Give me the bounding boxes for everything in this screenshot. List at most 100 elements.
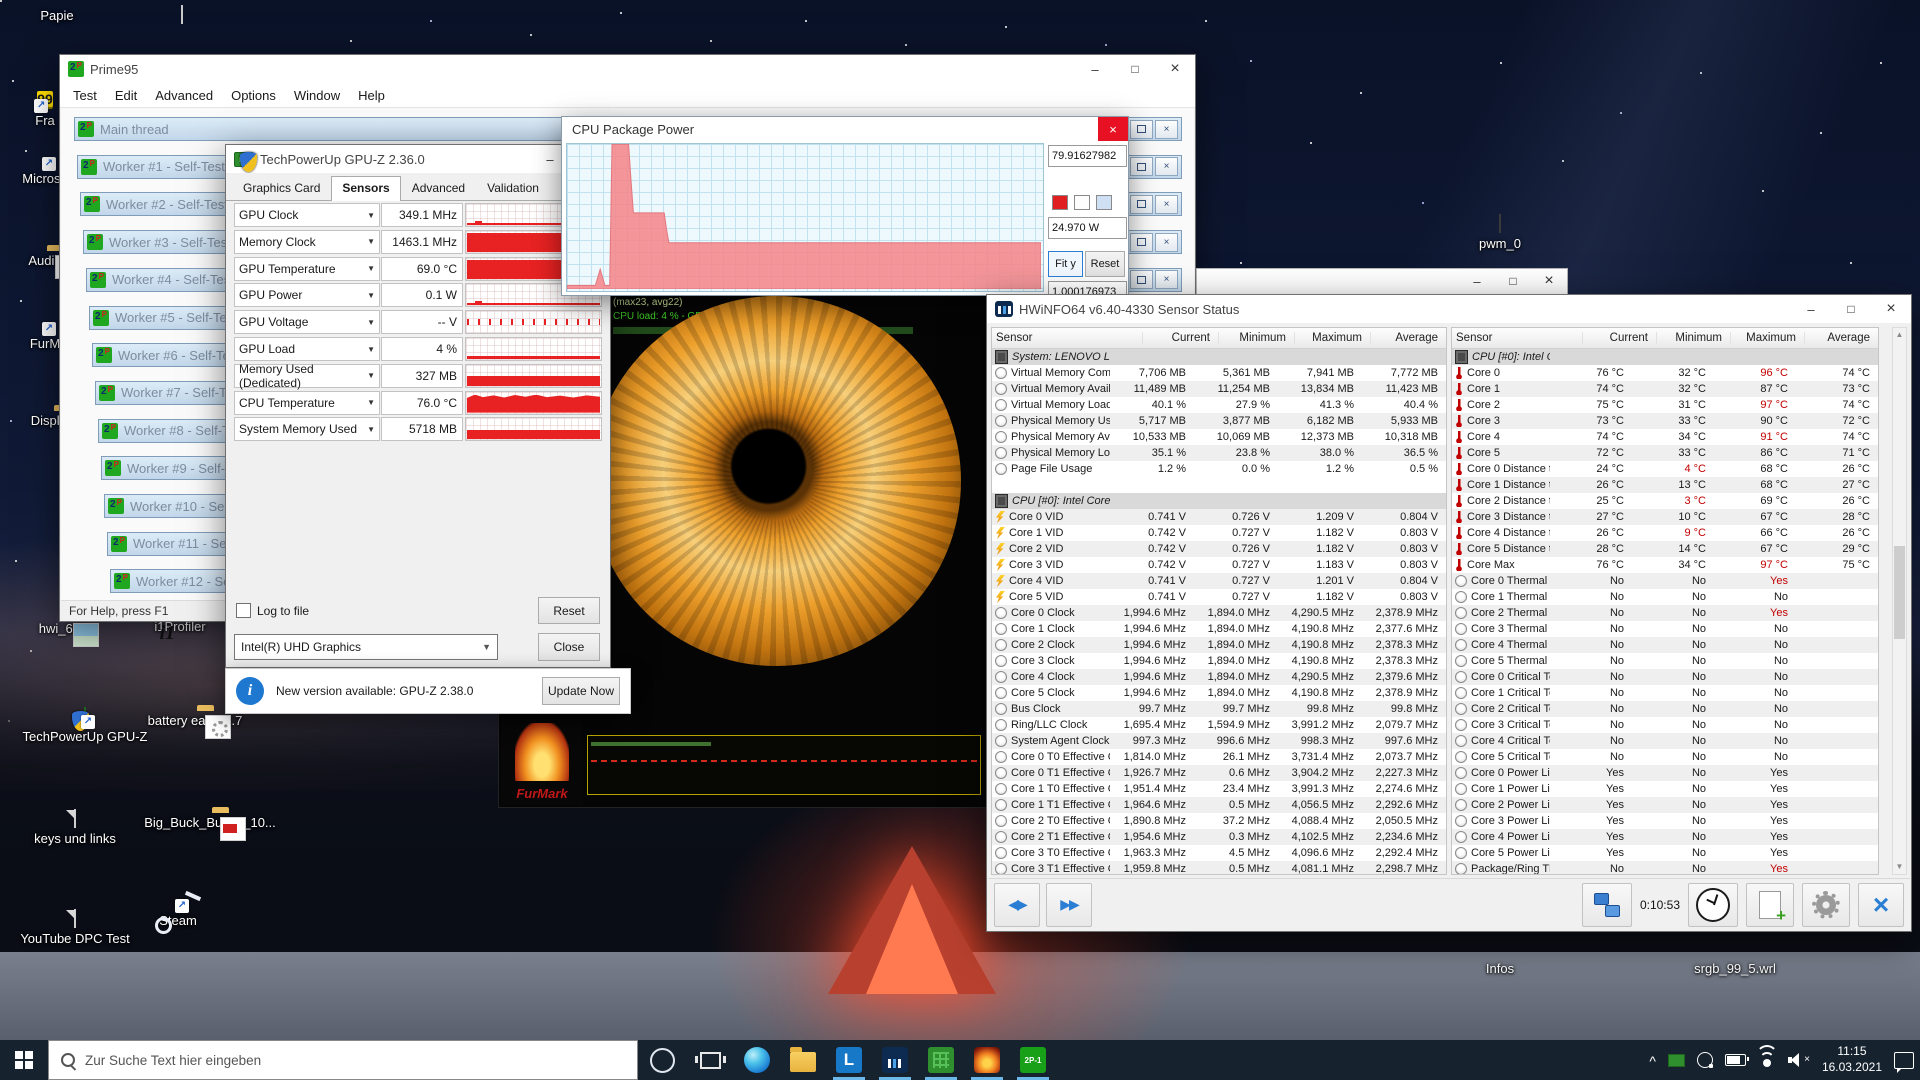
sensor-row[interactable]: Core 2 Power Limit ...YesNoYes [1452,797,1878,813]
task-view-button[interactable] [686,1040,734,1080]
mdi-restore-button[interactable] [1130,157,1153,176]
nav-back-forward-button[interactable]: ◀▶ [994,883,1040,927]
sensor-row[interactable]: Core 2 Thermal Thr...NoNoYes [1452,605,1878,621]
sensor-row[interactable]: Core 5 Thermal Thr...NoNoNo [1452,653,1878,669]
color-red-button[interactable] [1052,195,1068,210]
sensor-row[interactable]: Package/Ring Ther...NoNoYes [1452,861,1878,875]
sensor-row[interactable]: Core 4 Clock1,994.6 MHz1,894.0 MHz4,290.… [992,669,1446,685]
menu-edit[interactable]: Edit [106,88,146,103]
chevron-down-icon[interactable]: ▼ [367,264,375,273]
sensor-label[interactable]: System Memory Used▼ [234,417,380,441]
col-minimum[interactable]: Minimum [1218,332,1294,344]
sensor-row[interactable]: Core 3 VID0.742 V0.727 V1.183 V0.803 V [992,557,1446,573]
chevron-down-icon[interactable]: ▼ [367,211,375,220]
nav-forward-button[interactable]: ▶▶ [1046,883,1092,927]
sensor-row[interactable]: Core 0 Distance to T...24 °C4 °C68 °C26 … [1452,461,1878,477]
action-center-icon[interactable] [1894,1052,1914,1069]
col-current[interactable]: Current [1142,332,1218,344]
taskbar-app-prime95[interactable]: 2P-1 [1010,1040,1056,1080]
sensor-row[interactable]: Core 373 °C33 °C90 °C72 °C [1452,413,1878,429]
tab-sensors[interactable]: Sensors [331,176,400,201]
desktop-icon-srgb[interactable]: srgb_99_5.wrl [1665,958,1805,977]
settings-button[interactable] [1802,883,1850,927]
sensor-row[interactable]: Ring/LLC Clock1,695.4 MHz1,594.9 MHz3,99… [992,717,1446,733]
minimize-button[interactable] [1075,55,1115,83]
maximize-button[interactable] [1115,55,1155,83]
sensor-row[interactable]: Physical Memory Load35.1 %23.8 %38.0 %36… [992,445,1446,461]
sensor-row[interactable]: Bus Clock99.7 MHz99.7 MHz99.8 MHz99.8 MH… [992,701,1446,717]
device-select[interactable]: Intel(R) UHD Graphics ▼ [234,634,498,660]
start-button[interactable] [0,1040,48,1080]
desktop-icon-recycle-bin[interactable]: Papie [12,5,102,24]
sensor-row[interactable]: Core 275 °C31 °C97 °C74 °C [1452,397,1878,413]
taskbar-app-edge[interactable] [734,1040,780,1080]
sensor-row[interactable]: Core 174 °C32 °C87 °C73 °C [1452,381,1878,397]
sensor-row[interactable]: Core 0 Clock1,994.6 MHz1,894.0 MHz4,290.… [992,605,1446,621]
fit-y-button[interactable]: Fit y [1048,251,1083,277]
graph-color-buttons[interactable] [1052,195,1112,210]
sensor-row[interactable]: Virtual Memory Avail...11,489 MB11,254 M… [992,381,1446,397]
close-button[interactable] [1155,55,1195,83]
minimize-button[interactable] [1459,269,1495,293]
desktop-icon-bbb-folder[interactable]: Big_Buck_Bunny_10... [130,812,290,831]
sensor-row[interactable]: Core 4 Power Limit ...YesNoYes [1452,829,1878,845]
sensor-row[interactable]: Core 5 Clock1,994.6 MHz1,894.0 MHz4,190.… [992,685,1446,701]
sensor-row[interactable]: Core 474 °C34 °C91 °C74 °C [1452,429,1878,445]
sensor-row[interactable]: Core 0 T0 Effective Cl...1,814.0 MHz26.1… [992,749,1446,765]
tab-graphics-card[interactable]: Graphics Card [232,176,331,200]
gpuz-titlebar[interactable]: TechPowerUp GPU-Z 2.36.0 [226,145,610,173]
sensor-group-header[interactable]: CPU [#0]: Intel Cor... [1452,349,1878,365]
sensor-row[interactable]: Core 1 Thermal Thr...NoNoNo [1452,589,1878,605]
sensor-row[interactable]: Core 0 Critical Temp...NoNoNo [1452,669,1878,685]
desktop-icon-infos[interactable]: Infos [1455,958,1545,977]
prime95-titlebar[interactable]: Prime95 [60,55,1195,83]
mdi-close-button[interactable]: × [1155,195,1178,214]
sensor-row[interactable]: Core 2 Critical Temp...NoNoNo [1452,701,1878,717]
taskbar-app-furmark[interactable] [964,1040,1010,1080]
sensor-row[interactable]: Core 3 Critical Temp...NoNoNo [1452,717,1878,733]
reset-button[interactable]: Reset [1085,251,1125,277]
chevron-down-icon[interactable]: ▼ [367,318,375,327]
current-value-field[interactable]: 24.970 W [1048,217,1127,239]
desktop-icon-keys-doc[interactable]: keys und links [15,810,135,847]
scrollbar[interactable]: ▲ ▼ [1892,327,1907,875]
sensor-row[interactable]: Core 5 VID0.741 V0.727 V1.182 V0.803 V [992,589,1446,605]
sensor-row[interactable]: Core 2 Distance to T...25 °C3 °C69 °C26 … [1452,493,1878,509]
col-average[interactable]: Average [1804,332,1878,344]
column-header-row[interactable]: Sensor Current Minimum Maximum Average [992,328,1446,349]
max-value-field[interactable]: 79.91627982 [1048,145,1127,167]
maximize-button[interactable] [1831,295,1871,323]
color-white-button[interactable] [1074,195,1090,210]
sensor-row[interactable]: Virtual Memory Com...7,706 MB5,361 MB7,9… [992,365,1446,381]
taskbar-clock[interactable]: 11:15 16.03.2021 [1822,1044,1882,1075]
sensor-label[interactable]: GPU Load▼ [234,337,380,361]
close-sensors-button[interactable]: × [1858,883,1904,927]
sensor-label[interactable]: GPU Voltage▼ [234,310,380,334]
chevron-down-icon[interactable]: ▼ [367,425,375,434]
sensor-row[interactable]: Core 0 T1 Effective Cl...1,926.7 MHz0.6 … [992,765,1446,781]
mdi-restore-button[interactable] [1130,195,1153,214]
speaker-muted-icon[interactable]: × [1788,1053,1810,1067]
col-maximum[interactable]: Maximum [1730,332,1804,344]
sensor-row[interactable]: Core 076 °C32 °C96 °C74 °C [1452,365,1878,381]
battery-icon[interactable] [1725,1054,1746,1066]
col-minimum[interactable]: Minimum [1656,332,1730,344]
mdi-restore-button[interactable] [1130,233,1153,252]
hwinfo-titlebar[interactable]: HWiNFO64 v6.40-4330 Sensor Status [987,295,1911,323]
scroll-thumb[interactable] [1894,546,1905,639]
column-header-row[interactable]: Sensor Current Minimum Maximum Average [1452,328,1878,349]
sensor-row[interactable]: Core 4 VID0.741 V0.727 V1.201 V0.804 V [992,573,1446,589]
checkbox-icon[interactable] [236,603,251,618]
mdi-close-button[interactable]: × [1155,233,1178,252]
sensor-row[interactable]: Core 0 Thermal Thr...NoNoYes [1452,573,1878,589]
col-sensor[interactable]: Sensor [1452,332,1582,344]
menu-help[interactable]: Help [349,88,394,103]
tab-validation[interactable]: Validation [476,176,550,200]
sensor-label[interactable]: Memory Clock▼ [234,230,380,254]
col-maximum[interactable]: Maximum [1294,332,1370,344]
close-button[interactable]: × [1098,117,1128,141]
sensor-row[interactable]: Core 2 Clock1,994.6 MHz1,894.0 MHz4,190.… [992,637,1446,653]
menu-window[interactable]: Window [285,88,349,103]
mdi-restore-button[interactable] [1130,120,1153,139]
col-current[interactable]: Current [1582,332,1656,344]
